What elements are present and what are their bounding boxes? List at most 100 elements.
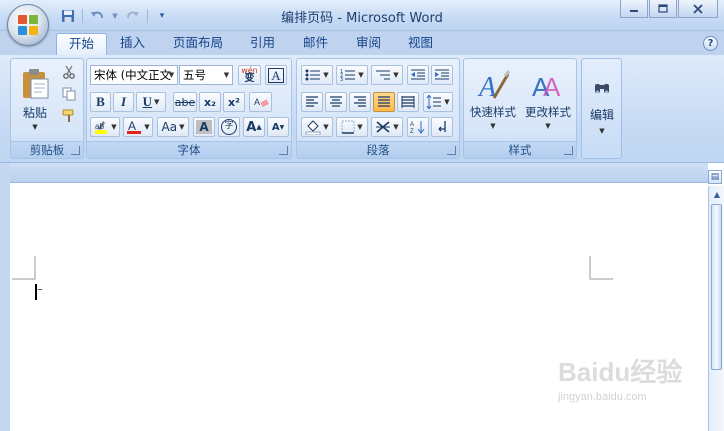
format-painter-icon[interactable] <box>59 107 79 125</box>
shrink-font-label: A <box>271 121 280 133</box>
font-dialog-launcher[interactable] <box>279 146 288 155</box>
underline-dropdown-icon: ▼ <box>154 98 160 106</box>
bold-button[interactable]: B <box>90 92 111 112</box>
margin-corner-top-right <box>589 256 613 280</box>
editing-button[interactable]: 编辑 ▼ <box>584 61 620 153</box>
shading-button[interactable]: ▼ <box>301 117 333 137</box>
distributed-icon[interactable] <box>397 92 419 112</box>
tab-references[interactable]: 引用 <box>238 33 287 55</box>
chinese-layout-icon <box>376 121 391 133</box>
highlight-button[interactable]: ab ▼ <box>90 117 120 137</box>
paragraph-mark <box>38 289 42 290</box>
change-case-label: Aa <box>161 120 178 134</box>
tab-page-layout[interactable]: 页面布局 <box>161 33 235 55</box>
styles-dialog-launcher[interactable] <box>564 146 573 155</box>
paste-dropdown-icon: ▼ <box>32 122 38 131</box>
sort-icon[interactable]: AZ <box>407 117 429 137</box>
editing-dropdown-icon: ▼ <box>599 126 605 135</box>
tab-home[interactable]: 开始 <box>56 33 108 55</box>
align-right-icon[interactable] <box>349 92 371 112</box>
borders-button[interactable]: ▼ <box>336 117 368 137</box>
grow-font-button[interactable]: A ▲ <box>243 117 265 137</box>
justify-icon[interactable] <box>373 92 395 112</box>
quick-styles-button[interactable]: A 快速样式 ▼ <box>466 61 520 137</box>
text-cursor <box>35 284 37 300</box>
shrink-font-button[interactable]: A ▼ <box>267 117 289 137</box>
vertical-scrollbar[interactable]: ▲ <box>708 186 724 431</box>
align-left-icon[interactable] <box>301 92 323 112</box>
chinese-layout-button[interactable]: ▼ <box>371 117 403 137</box>
change-case-dropdown-icon: ▼ <box>179 123 185 131</box>
font-color-button[interactable]: A ▼ <box>123 117 153 137</box>
shading-dropdown-icon: ▼ <box>323 123 329 131</box>
chinese-layout-dropdown-icon: ▼ <box>393 123 399 131</box>
close-icon[interactable] <box>678 0 718 18</box>
decrease-indent-icon[interactable] <box>407 65 429 85</box>
change-case-button[interactable]: Aa ▼ <box>157 117 189 137</box>
document-page[interactable] <box>10 184 708 431</box>
character-border-button[interactable]: A <box>265 65 287 85</box>
italic-button[interactable]: I <box>113 92 134 112</box>
enclose-characters-button[interactable]: 字 <box>218 117 240 137</box>
cut-icon[interactable] <box>59 63 79 81</box>
show-marks-icon[interactable] <box>431 117 453 137</box>
left-margin-gutter <box>0 163 10 431</box>
office-button[interactable] <box>7 4 49 46</box>
change-styles-icon: AA <box>532 72 561 102</box>
view-ruler-icon[interactable]: ▤ <box>708 170 722 184</box>
quick-styles-label: 快速样式 <box>470 105 516 119</box>
font-group: 宋体 (中文正文 ▼ 五号 ▼ wén 变 A B I U ▼ abe x₂ x… <box>86 58 292 159</box>
svg-text:A: A <box>410 122 414 128</box>
clipboard-icon <box>23 68 49 98</box>
change-styles-button[interactable]: AA 更改样式 ▼ <box>521 61 575 137</box>
numbering-button[interactable]: 123 ▼ <box>336 65 368 85</box>
ribbon-tabs: 开始 插入 页面布局 引用 邮件 审阅 视图 ? <box>0 31 724 55</box>
minimize-icon[interactable] <box>620 0 648 18</box>
quick-styles-icon: A <box>477 70 510 102</box>
copy-icon[interactable] <box>59 85 79 103</box>
margin-corner-top-left <box>12 256 36 280</box>
subscript-button[interactable]: x₂ <box>199 92 221 112</box>
character-border-label: A <box>268 67 284 83</box>
font-size-dropdown-icon[interactable]: ▼ <box>221 66 232 84</box>
bullets-icon <box>305 69 321 81</box>
change-styles-label: 更改样式 <box>525 105 571 119</box>
tab-insert[interactable]: 插入 <box>108 33 157 55</box>
tab-view[interactable]: 视图 <box>396 33 445 55</box>
font-size-combo[interactable]: 五号 ▼ <box>179 65 233 85</box>
superscript-button[interactable]: x² <box>223 92 245 112</box>
font-color-icon: A <box>127 119 142 134</box>
phonetic-guide-button[interactable]: wén 变 <box>238 65 261 85</box>
strikethrough-button[interactable]: abe <box>173 92 197 112</box>
tab-mailings[interactable]: 邮件 <box>291 33 340 55</box>
window-title: 编排页码 - Microsoft Word <box>281 11 443 26</box>
underline-button[interactable]: U ▼ <box>136 92 166 112</box>
clear-formatting-icon[interactable]: A <box>249 92 272 112</box>
help-icon[interactable]: ? <box>703 36 718 51</box>
quick-styles-dropdown-icon: ▼ <box>490 122 496 130</box>
scroll-up-icon[interactable]: ▲ <box>710 186 724 202</box>
line-spacing-button[interactable]: ▼ <box>423 92 453 112</box>
paragraph-group-label: 段落 <box>297 141 459 158</box>
bullets-button[interactable]: ▼ <box>301 65 333 85</box>
paste-button[interactable]: 粘贴 ▼ <box>13 61 57 137</box>
underline-label: U <box>142 94 152 109</box>
tab-review[interactable]: 审阅 <box>344 33 393 55</box>
increase-indent-icon[interactable] <box>431 65 453 85</box>
clipboard-dialog-launcher[interactable] <box>71 146 80 155</box>
styles-group: A 快速样式 ▼ AA 更改样式 ▼ 样式 <box>463 58 577 159</box>
multilevel-list-button[interactable]: ▼ <box>371 65 403 85</box>
scrollbar-thumb[interactable] <box>711 204 722 370</box>
paragraph-dialog-launcher[interactable] <box>447 146 456 155</box>
font-name-combo[interactable]: 宋体 (中文正文 ▼ <box>90 65 178 85</box>
styles-group-label: 样式 <box>464 141 576 158</box>
title-bar: ▼ ▾ 编排页码 - Microsoft Word <box>0 0 724 31</box>
character-shading-button[interactable]: A <box>193 117 215 137</box>
office-logo-icon <box>18 15 38 35</box>
phonetic-guide-char: 变 <box>244 73 255 84</box>
maximize-icon[interactable] <box>649 0 677 18</box>
font-name-dropdown-icon[interactable]: ▼ <box>166 66 177 84</box>
font-color-dropdown-icon: ▼ <box>144 123 150 131</box>
horizontal-ruler-bar <box>10 163 708 183</box>
align-center-icon[interactable] <box>325 92 347 112</box>
